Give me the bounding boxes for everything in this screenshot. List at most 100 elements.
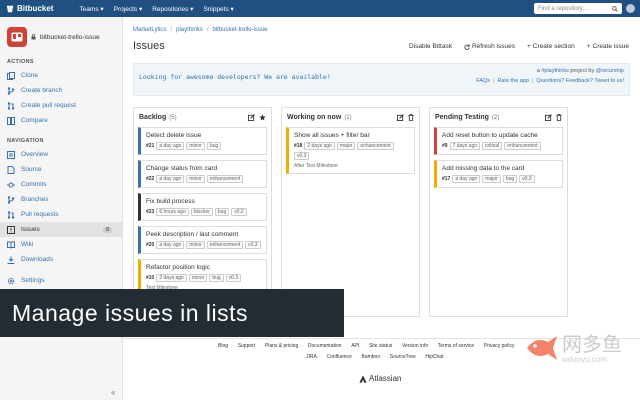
column-count: (2): [491, 114, 500, 121]
sidebar-item-overview[interactable]: Overview: [0, 147, 122, 162]
trello-board-icon: [11, 32, 23, 42]
issue-time: 2 days ago: [304, 142, 335, 150]
bitbucket-bucket-icon: [6, 5, 14, 12]
user-avatar[interactable]: [626, 4, 635, 13]
sidebar-item-pull-requests[interactable]: Pull requests: [0, 207, 122, 222]
atlassian-logo[interactable]: Atlassian: [359, 374, 401, 383]
overview-icon: [7, 150, 15, 159]
create-issue-button[interactable]: + Create issue: [587, 43, 629, 50]
issue-version-tag: v0.2: [231, 208, 247, 216]
sidebar-item-issues-label: Issues: [21, 226, 40, 233]
issue-id: #10: [146, 275, 155, 281]
sidebar-item-commits[interactable]: Commits: [0, 177, 122, 192]
issue-version-tag: v0.3: [245, 241, 261, 249]
feedback-link[interactable]: Questions? Feedback? Tweet to us!: [536, 78, 624, 84]
menu-snippets[interactable]: Snippets ▾: [203, 5, 233, 13]
brand-name: Bitbucket: [17, 4, 54, 13]
footer-link-site-status[interactable]: Site status: [369, 343, 392, 349]
footer-link-hipchat[interactable]: HipChat: [425, 354, 443, 360]
action-create-branch[interactable]: Create branch: [0, 83, 122, 98]
issue-time: a day ago: [452, 175, 481, 183]
footer-separator: ·: [419, 354, 422, 360]
sidebar-item-branches[interactable]: Branches: [0, 192, 122, 207]
gear-icon: [7, 277, 15, 285]
search-input[interactable]: Find a repository…: [534, 3, 622, 14]
issue-card[interactable]: Add reset button to update cache #9 7 da…: [434, 127, 563, 155]
issue-title: Refactor position logic: [146, 264, 210, 271]
faqs-link[interactable]: FAQs: [476, 78, 490, 84]
commits-icon: [7, 181, 15, 189]
footer-link-version-info[interactable]: Version info: [402, 343, 428, 349]
action-clone[interactable]: Clone: [0, 68, 122, 83]
sidebar-item-settings[interactable]: Settings: [0, 273, 122, 288]
footer-link-blog[interactable]: Blog: [218, 343, 228, 349]
star-icon[interactable]: [259, 114, 266, 121]
repo-name[interactable]: bitbucket-trello-issue: [40, 34, 100, 41]
refresh-issues-button[interactable]: Refresh issues: [464, 43, 515, 50]
create-section-button[interactable]: + Create section: [527, 43, 575, 50]
project-link[interactable]: #playthinks: [541, 68, 569, 74]
refresh-icon: [464, 43, 470, 50]
sidebar-item-issues[interactable]: Issues 8: [0, 222, 122, 237]
footer-separator: ·: [259, 343, 261, 349]
trash-icon[interactable]: [556, 114, 562, 121]
disable-bittask-button[interactable]: Disable Bittask: [409, 43, 452, 50]
issue-priority-tag: minor: [186, 175, 205, 183]
footer-separator: ·: [302, 343, 304, 349]
promo-text[interactable]: Looking for awesome developers? We are a…: [139, 73, 331, 81]
column-count: (5): [169, 114, 177, 121]
issue-id: #23: [146, 209, 155, 215]
edit-icon[interactable]: [397, 114, 404, 121]
edit-icon[interactable]: [248, 114, 255, 121]
issue-card[interactable]: Detect delete issue #21 a day ago minor …: [138, 127, 267, 155]
sidebar-item-source[interactable]: Source: [0, 162, 122, 177]
edit-icon[interactable]: [545, 114, 552, 121]
action-compare[interactable]: Compare: [0, 113, 122, 128]
sidebar-item-wiki[interactable]: Wiki: [0, 237, 122, 252]
footer-link-jira[interactable]: JIRA: [306, 354, 317, 360]
column-backlog: Backlog (5) Detect delete issue #21 a da…: [133, 107, 272, 317]
footer-link-terms[interactable]: Terms of service: [438, 343, 474, 349]
repo-avatar[interactable]: [7, 27, 27, 47]
branches-icon: [7, 195, 15, 204]
sidebar-item-downloads[interactable]: Downloads: [0, 252, 122, 267]
link-separator: |: [492, 78, 495, 84]
footer-separator: ·: [478, 343, 480, 349]
footer-link-api[interactable]: API: [351, 343, 359, 349]
footer-link-sourcetree[interactable]: SourceTree: [390, 354, 416, 360]
footer-link-confluence[interactable]: Confluence: [327, 354, 352, 360]
rate-app-link[interactable]: Rate the app: [497, 78, 529, 84]
bitbucket-logo[interactable]: Bitbucket: [6, 4, 53, 13]
repo-header: bitbucket-trello-issue: [0, 17, 122, 52]
action-create-pull-request[interactable]: Create pull request: [0, 98, 122, 113]
project-author-link[interactable]: @recurship: [596, 68, 624, 74]
sidebar-item-settings-label: Settings: [21, 277, 45, 284]
issue-id: #18: [294, 143, 303, 149]
issue-card[interactable]: Fix build process #23 6 hours ago blocke…: [138, 193, 267, 221]
menu-teams[interactable]: Teams ▾: [79, 5, 103, 13]
issue-card[interactable]: Peek description / last comment #20 a da…: [138, 226, 267, 254]
issue-card[interactable]: Show all issues + filter bar #18 2 days …: [286, 127, 415, 174]
footer-link-support[interactable]: Support: [238, 343, 256, 349]
issue-card[interactable]: Add missing data to the card #17 a day a…: [434, 160, 563, 188]
issue-time: 6 hours ago: [156, 208, 189, 216]
menu-repositories[interactable]: Repositories ▾: [152, 5, 193, 13]
breadcrumb-team[interactable]: MarketLytics: [133, 27, 166, 33]
trash-icon[interactable]: [408, 114, 414, 121]
footer-link-privacy[interactable]: Privacy policy: [484, 343, 515, 349]
column-tools: [397, 114, 414, 121]
breadcrumb-repo[interactable]: bitbucket-trello-issue: [212, 27, 267, 33]
footer-link-plans[interactable]: Plans & pricing: [265, 343, 298, 349]
footer-link-bamboo[interactable]: Bamboo: [361, 354, 380, 360]
footer-separator: ·: [320, 354, 323, 360]
breadcrumb-project[interactable]: playthinks: [176, 27, 203, 33]
menu-projects[interactable]: Projects ▾: [114, 5, 143, 13]
footer-link-documentation[interactable]: Documentation: [308, 343, 342, 349]
collapse-sidebar-button[interactable]: «: [111, 388, 115, 397]
issue-card[interactable]: Change status from card #22 a day ago mi…: [138, 160, 267, 188]
issue-title: Add missing data to the card: [442, 165, 525, 172]
issue-meta: #23 6 hours ago blocker bug v0.2: [146, 208, 261, 216]
clone-icon: [7, 71, 15, 80]
link-separator: |: [531, 78, 534, 84]
issue-title: Fix build process: [146, 198, 195, 205]
